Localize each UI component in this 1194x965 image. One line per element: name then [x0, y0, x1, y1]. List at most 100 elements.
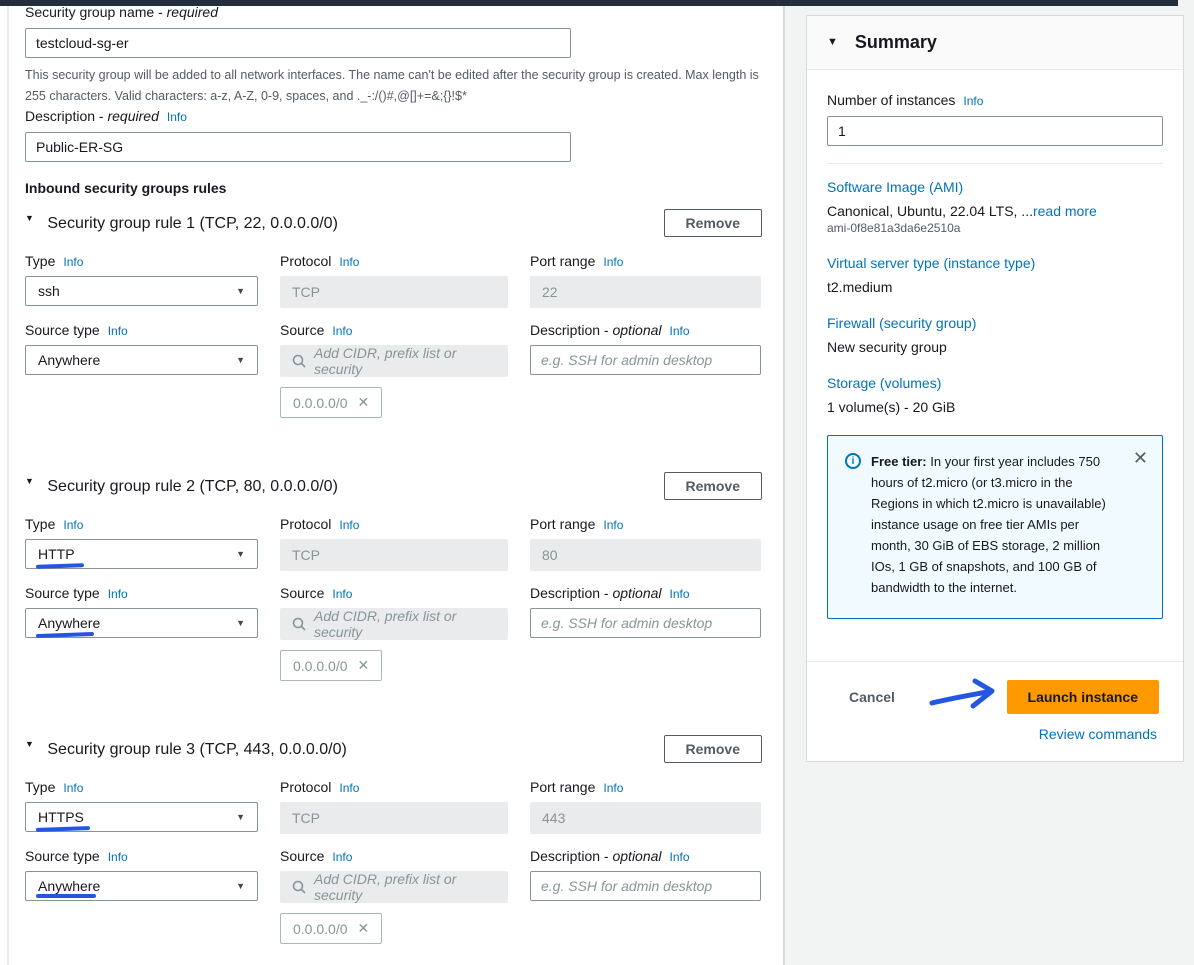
number-of-instances-info-link[interactable]: Info	[963, 94, 983, 108]
rule-1-row-1: Type Info ssh ▼ Protocol Info TCP Port r…	[25, 253, 762, 308]
free-tier-title: Free tier:	[871, 454, 927, 469]
collapse-triangle-icon[interactable]: ▼	[827, 36, 838, 48]
rule-1-protocol-info-link[interactable]: Info	[339, 255, 359, 269]
rule-2-protocol-field: TCP	[280, 539, 508, 571]
ami-id: ami-0f8e81a3da6e2510a	[827, 221, 1163, 235]
rule-1-source-type-select[interactable]: Anywhere ▼	[25, 345, 258, 375]
firewall-value: New security group	[827, 339, 1163, 355]
rule-2-cidr-chip: 0.0.0.0/0 ✕	[280, 650, 382, 681]
summary-panel: ▼ Summary Number of instances Info Softw…	[806, 15, 1184, 762]
rule-1-source-input[interactable]: Add CIDR, prefix list or security	[280, 345, 508, 377]
annotation-underline	[36, 894, 96, 898]
rule-3-cidr-chip: 0.0.0.0/0 ✕	[280, 913, 382, 944]
rule-2-source-info-link[interactable]: Info	[332, 587, 352, 601]
rule-2-description-info-link[interactable]: Info	[670, 587, 690, 601]
annotation-arrow	[929, 678, 1007, 716]
rule-1-protocol-field: TCP	[280, 276, 508, 308]
rule-1-protocol-label: Protocol	[280, 253, 331, 269]
rule-2-row-2: Source type Info Anywhere ▼ Source Info	[25, 585, 762, 640]
chevron-down-icon: ▼	[236, 355, 245, 365]
security-group-form-panel: Security group name - required This secu…	[0, 0, 785, 965]
close-icon[interactable]: ✕	[1133, 448, 1148, 469]
rule-3-cidr-chip-row: 0.0.0.0/0 ✕	[280, 913, 762, 944]
summary-header[interactable]: ▼ Summary	[807, 16, 1183, 70]
rule-3-remove-button[interactable]: Remove	[664, 735, 762, 763]
rule-2-protocol-info-link[interactable]: Info	[339, 518, 359, 532]
rule-1-type-select[interactable]: ssh ▼	[25, 276, 258, 306]
rule-3-source-label: Source	[280, 848, 324, 864]
rule-1-description-input[interactable]	[530, 345, 761, 375]
close-icon[interactable]: ✕	[358, 920, 370, 937]
rule-2-description-input[interactable]	[530, 608, 761, 638]
rule-3-source-info-link[interactable]: Info	[332, 850, 352, 864]
storage-value: 1 volume(s) - 20 GiB	[827, 399, 1163, 415]
rule-2-type-select[interactable]: HTTP ▼	[25, 539, 258, 569]
rule-3-type-label: Type	[25, 779, 55, 795]
rule-2-source-label: Source	[280, 585, 324, 601]
chevron-down-icon: ▼	[236, 549, 245, 559]
software-image-link[interactable]: Software Image (AMI)	[827, 179, 1163, 195]
rule-1-description-info-link[interactable]: Info	[670, 324, 690, 338]
rule-3-protocol-info-link[interactable]: Info	[339, 781, 359, 795]
virtual-server-type-link[interactable]: Virtual server type (instance type)	[827, 255, 1163, 271]
cancel-button[interactable]: Cancel	[849, 689, 895, 705]
rule-3-source-type-info-link[interactable]: Info	[108, 850, 128, 864]
rule-2-protocol-label: Protocol	[280, 516, 331, 532]
collapse-triangle-icon[interactable]: ▼	[25, 476, 34, 486]
rule-1-title: ▼ Security group rule 1 (TCP, 22, 0.0.0.…	[25, 213, 338, 233]
rule-3-title: ▼ Security group rule 3 (TCP, 443, 0.0.0…	[25, 739, 347, 759]
rule-2-remove-button[interactable]: Remove	[664, 472, 762, 500]
rule-2-type-info-link[interactable]: Info	[63, 518, 83, 532]
rule-1-source-type-info-link[interactable]: Info	[108, 324, 128, 338]
rule-2-source-input[interactable]: Add CIDR, prefix list or security	[280, 608, 508, 640]
rule-3-row-1: Type Info HTTPS ▼ Protocol Info TCP Por	[25, 779, 762, 834]
close-icon[interactable]: ✕	[358, 657, 370, 674]
rule-3-description-info-link[interactable]: Info	[670, 850, 690, 864]
close-icon[interactable]: ✕	[358, 394, 370, 411]
rule-3-protocol-label: Protocol	[280, 779, 331, 795]
summary-section-instance-type: Virtual server type (instance type) t2.m…	[827, 255, 1163, 295]
summary-section-ami: Software Image (AMI) Canonical, Ubuntu, …	[827, 179, 1163, 235]
description-input[interactable]	[25, 132, 571, 162]
top-navigation-bar-edge	[0, 0, 1178, 6]
launch-instance-button[interactable]: Launch instance	[1007, 680, 1159, 714]
read-more-link[interactable]: read more	[1033, 203, 1097, 219]
rule-1-port-info-link[interactable]: Info	[603, 255, 623, 269]
chevron-down-icon: ▼	[236, 812, 245, 822]
rule-3-source-type-select[interactable]: Anywhere ▼	[25, 871, 258, 901]
security-group-name-input[interactable]	[25, 28, 571, 58]
rule-2-type-label: Type	[25, 516, 55, 532]
search-icon	[292, 617, 306, 631]
rule-1-type-info-link[interactable]: Info	[63, 255, 83, 269]
rule-1-row-2: Source type Info Anywhere ▼ Source Info	[25, 322, 762, 377]
rule-2-source-type-info-link[interactable]: Info	[108, 587, 128, 601]
rule-1-port-field: 22	[530, 276, 761, 308]
number-of-instances-label: Number of instances Info	[827, 92, 1163, 108]
rule-2-description-label: Description - optional	[530, 585, 662, 601]
rule-3-row-2: Source type Info Anywhere ▼ Source Info	[25, 848, 762, 903]
rule-3-type-select[interactable]: HTTPS ▼	[25, 802, 258, 832]
rule-2-source-type-select[interactable]: Anywhere ▼	[25, 608, 258, 638]
rule-3-port-info-link[interactable]: Info	[603, 781, 623, 795]
inbound-rules-heading: Inbound security groups rules	[25, 180, 762, 196]
rule-1-remove-button[interactable]: Remove	[664, 209, 762, 237]
rule-3-type-info-link[interactable]: Info	[63, 781, 83, 795]
firewall-link[interactable]: Firewall (security group)	[827, 315, 1163, 331]
storage-volumes-link[interactable]: Storage (volumes)	[827, 375, 1163, 391]
collapse-triangle-icon[interactable]: ▼	[25, 739, 34, 749]
number-of-instances-input[interactable]	[827, 116, 1163, 146]
summary-divider	[827, 163, 1163, 164]
rule-3-description-input[interactable]	[530, 871, 761, 901]
rule-3-source-input[interactable]: Add CIDR, prefix list or security	[280, 871, 508, 903]
rule-2-port-label: Port range	[530, 516, 595, 532]
summary-section-firewall: Firewall (security group) New security g…	[827, 315, 1163, 355]
review-commands-link[interactable]: Review commands	[1039, 726, 1157, 742]
rule-1-source-info-link[interactable]: Info	[332, 324, 352, 338]
rule-3-header: ▼ Security group rule 3 (TCP, 443, 0.0.0…	[25, 733, 762, 765]
description-info-link[interactable]: Info	[167, 110, 187, 124]
description-group: Description - required Info	[25, 108, 762, 162]
collapse-triangle-icon[interactable]: ▼	[25, 213, 34, 223]
rule-2-port-info-link[interactable]: Info	[603, 518, 623, 532]
chevron-down-icon: ▼	[236, 881, 245, 891]
rule-3-protocol-field: TCP	[280, 802, 508, 834]
